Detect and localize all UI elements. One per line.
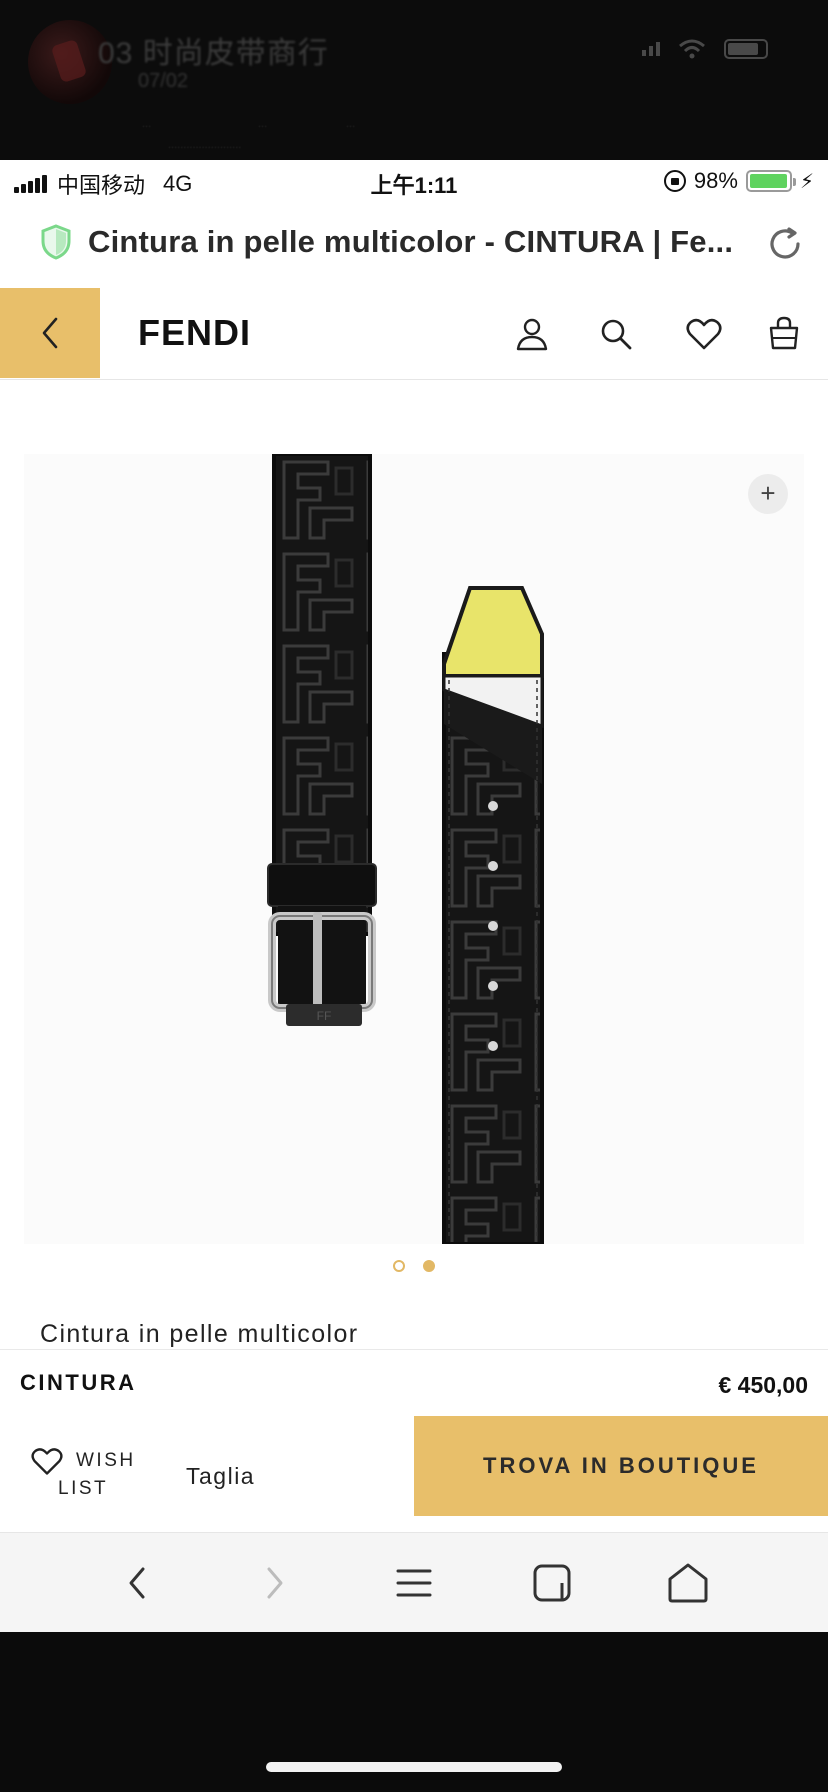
user-icon[interactable] [512, 314, 552, 354]
chat-overlay: 03 时尚皮带商行 07/02 ... ... ... ............… [0, 0, 828, 160]
overlay-tiny-line: ........................ [168, 139, 242, 151]
wishlist-label-2: LIST [58, 1478, 109, 1499]
overlay-link-2: ... [258, 118, 268, 130]
wifi-icon [679, 39, 705, 59]
wishlist-button[interactable]: WISH LIST [26, 1442, 138, 1522]
chevron-left-icon [42, 317, 58, 349]
overlay-title: 03 时尚皮带商行 [98, 37, 329, 70]
url-bar[interactable]: Cintura in pelle multicolor - CINTURA | … [0, 202, 828, 288]
belt-image: FF [267, 452, 544, 1246]
site-header: FENDI [0, 288, 828, 380]
overlay-status [642, 38, 768, 60]
heart-icon [31, 1448, 63, 1475]
browser-toolbar [0, 1532, 828, 1632]
page-title: Cintura in pelle multicolor - CINTURA | … [88, 224, 734, 259]
overlay-link-1: ... [142, 118, 152, 130]
home-icon[interactable] [666, 1561, 710, 1605]
svg-text:FF: FF [317, 1009, 332, 1023]
home-indicator[interactable] [266, 1762, 562, 1772]
pagination-dot-active[interactable] [423, 1260, 435, 1272]
charging-icon: ⚡ [799, 170, 814, 193]
pagination-dot[interactable] [393, 1260, 405, 1272]
brand-logo[interactable]: FENDI [138, 312, 251, 354]
battery-icon [745, 170, 796, 192]
search-icon[interactable] [596, 314, 636, 354]
gallery-pagination [0, 1260, 828, 1272]
overlay-link-3: ... [346, 118, 356, 130]
product-category: CINTURA [20, 1370, 137, 1395]
heart-icon[interactable] [684, 314, 724, 354]
product-name: Cintura in pelle multicolor [40, 1320, 359, 1348]
shield-icon [41, 224, 71, 260]
battery-icon [724, 39, 768, 59]
menu-icon[interactable] [392, 1561, 436, 1605]
wishlist-label-1: WISH [76, 1450, 136, 1471]
reload-icon[interactable] [765, 224, 805, 264]
battery-percent: 98% [693, 168, 738, 193]
phone-screen: 中国移动 4G 上午1:11 98% ⚡ Cintura in pelle mu… [0, 160, 828, 1632]
product-image[interactable]: FF [24, 452, 804, 1246]
product-price: € 450,00 [718, 1372, 808, 1398]
purchase-panel: CINTURA € 450,00 WISH LIST Taglia TROVA … [0, 1349, 828, 1541]
status-bar: 中国移动 4G 上午1:11 98% ⚡ [0, 160, 828, 202]
rotation-lock-icon [663, 170, 686, 192]
find-in-boutique-button[interactable]: TROVA IN BOUTIQUE [414, 1416, 828, 1516]
size-selector[interactable]: Taglia [186, 1463, 255, 1490]
back-arrow-icon[interactable] [116, 1561, 160, 1605]
zoom-button[interactable]: + [748, 474, 788, 514]
forward-arrow-icon[interactable] [252, 1561, 296, 1605]
shopping-bag-icon[interactable] [764, 314, 804, 354]
signal-icon [642, 42, 660, 56]
back-button[interactable] [0, 288, 100, 378]
overlay-date: 07/02 [138, 70, 189, 92]
tabs-icon[interactable] [530, 1561, 574, 1605]
